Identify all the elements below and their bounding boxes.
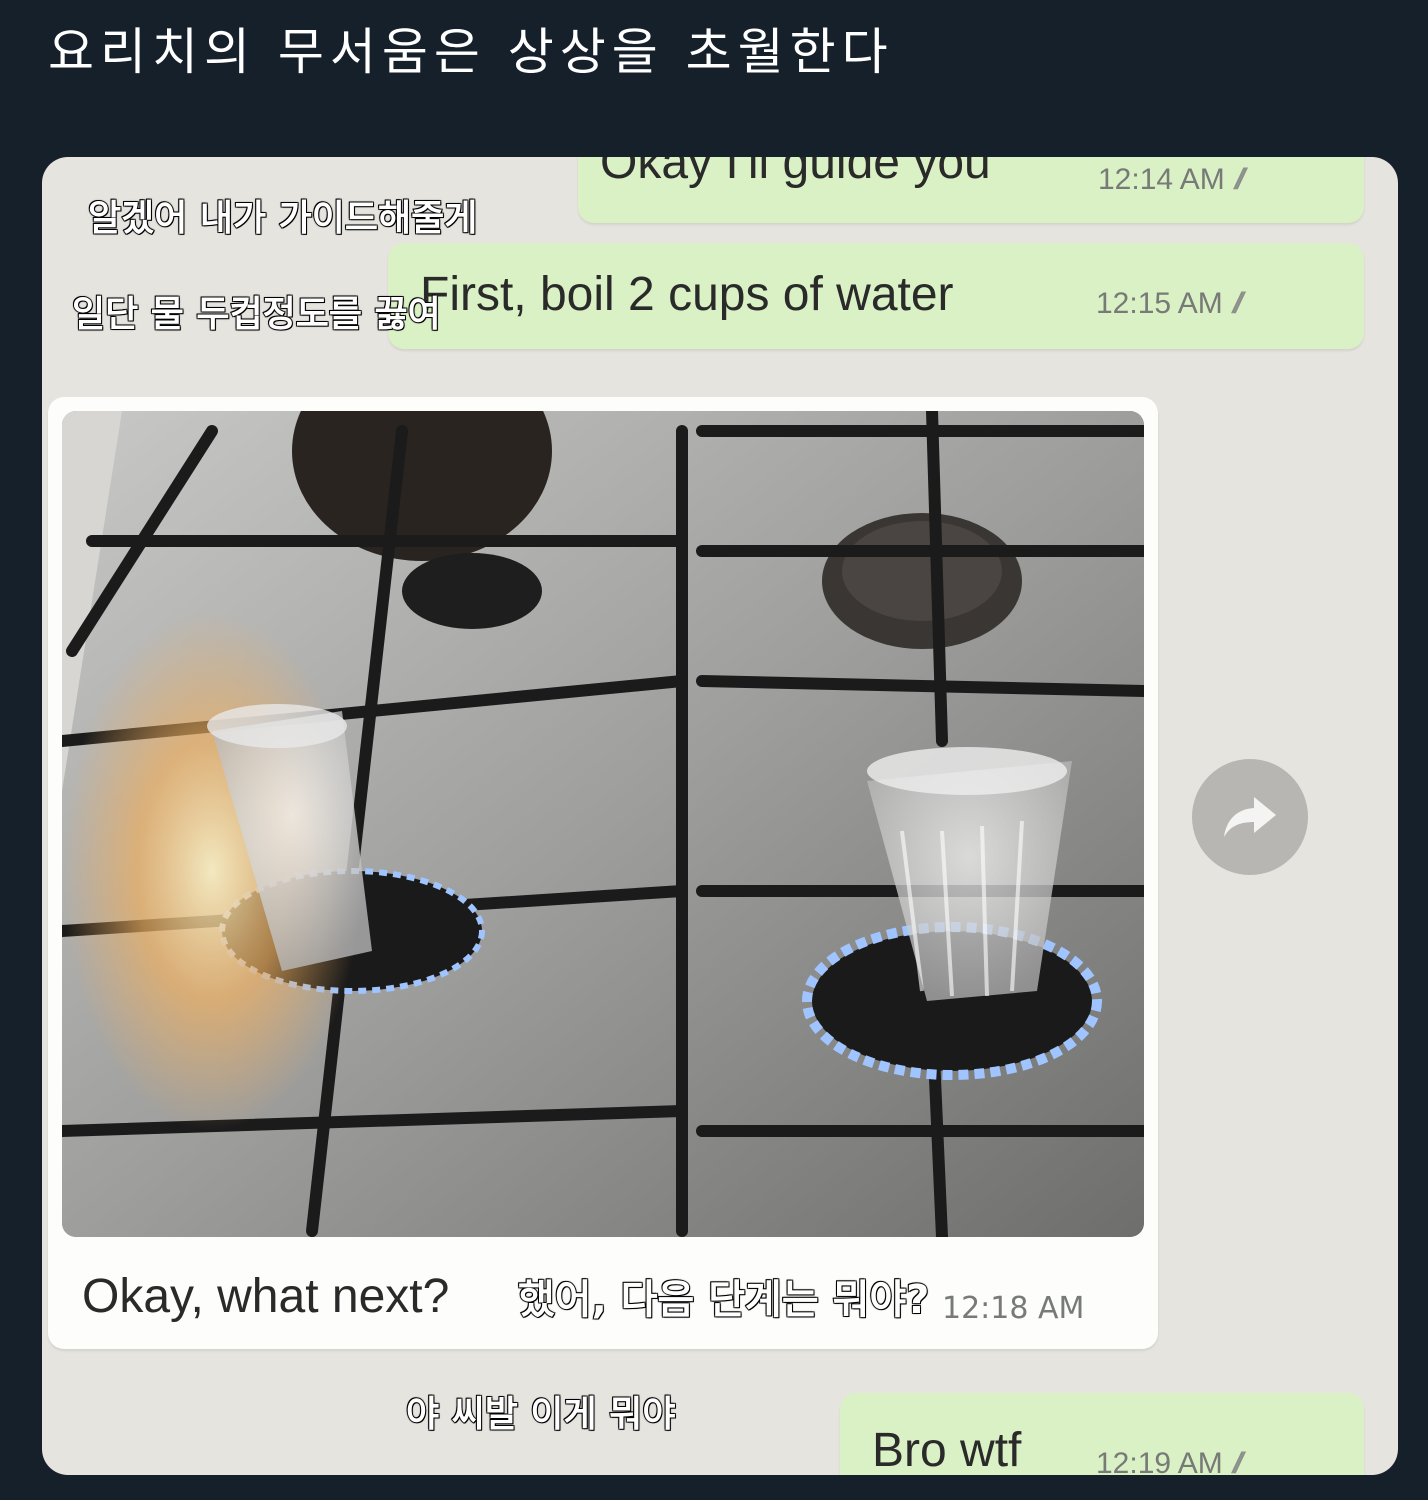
korean-caption-1: 알겠어 내가 가이드해줄게 (87, 197, 478, 240)
message-text: Bro wtf (872, 1424, 1022, 1475)
message-time: 12:18 AM (942, 1291, 1085, 1326)
message-time: 12:19 AM// (1096, 1447, 1243, 1475)
read-check-icon: // (1232, 287, 1243, 320)
outgoing-message-1: Okay I'll guide you 12:14 AM// (578, 157, 1364, 223)
outgoing-message-4: Bro wtf 12:19 AM// (840, 1393, 1364, 1475)
photo-caption-text: Okay, what next? (82, 1270, 450, 1323)
message-text: Okay I'll guide you (600, 157, 991, 189)
korean-caption-4: 야 씨발 이게 뭐야 (405, 1393, 676, 1436)
korean-caption-2: 일단 물 두컵정도를 끓여 (71, 293, 442, 336)
message-time: 12:15 AM// (1096, 287, 1243, 320)
forward-arrow-icon (1224, 797, 1276, 837)
chat-conversation: Okay I'll guide you 12:14 AM// 알겠어 내가 가이… (42, 157, 1398, 1475)
stove-photo[interactable] (62, 411, 1144, 1237)
read-check-icon: // (1232, 1447, 1243, 1475)
message-text: First, boil 2 cups of water (420, 268, 954, 321)
attached-chat-screenshot[interactable]: Okay I'll guide you 12:14 AM// 알겠어 내가 가이… (42, 157, 1398, 1475)
message-time: 12:14 AM// (1098, 163, 1245, 196)
post-title: 요리치의 무서움은 상상을 초월한다 (48, 23, 894, 81)
outgoing-message-2: First, boil 2 cups of water 12:15 AM// (388, 243, 1364, 349)
read-check-icon: // (1234, 163, 1245, 196)
korean-caption-3: 했어, 다음 단계는 뭐야? (517, 1276, 930, 1324)
stove-photo-image (62, 411, 1144, 1237)
forward-button[interactable] (1192, 759, 1308, 875)
